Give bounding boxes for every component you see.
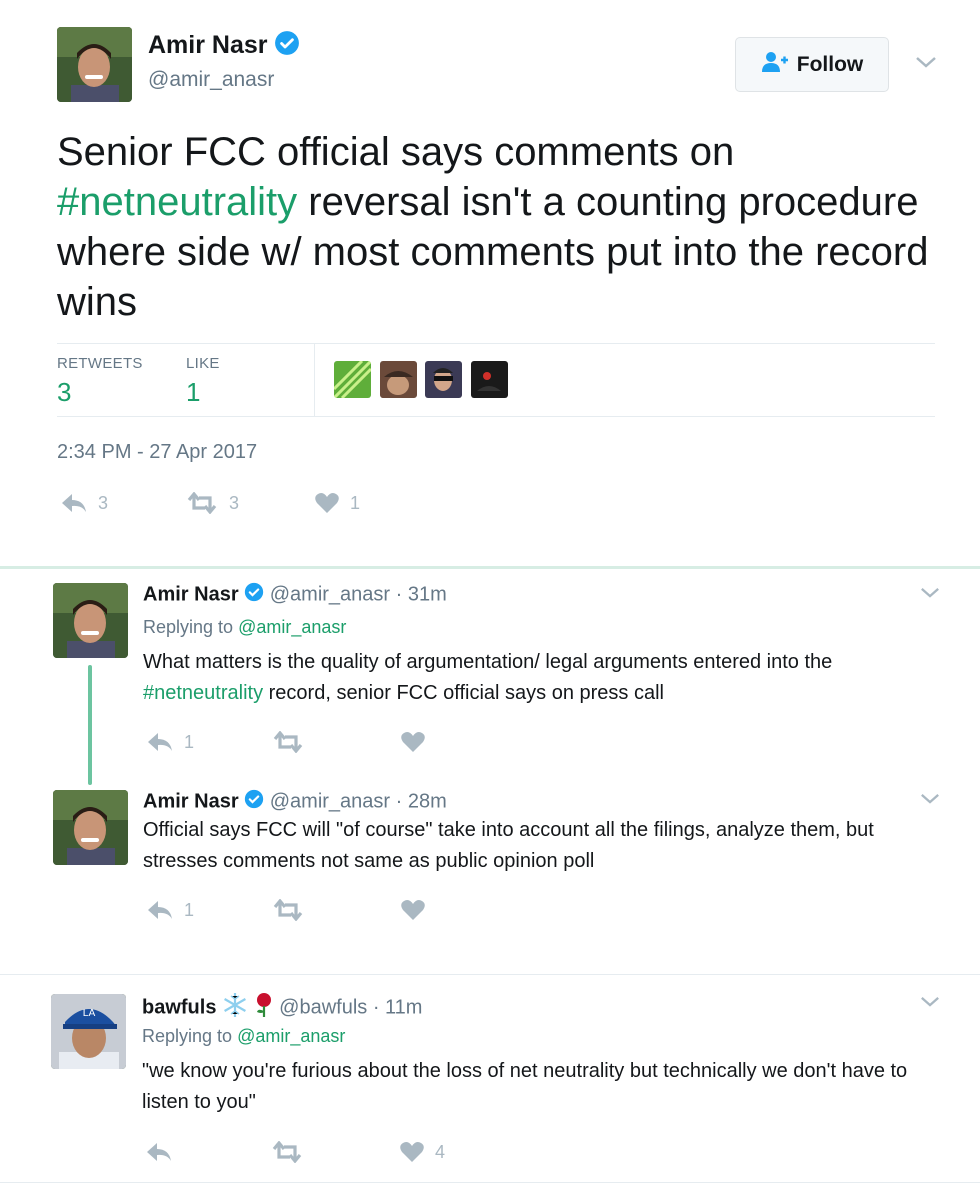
reply-header: bawfuls @bawfuls · 11m — [142, 992, 422, 1024]
chevron-down-icon[interactable] — [915, 55, 937, 74]
chevron-down-icon[interactable] — [920, 586, 940, 604]
verified-icon — [244, 789, 264, 815]
reply-action[interactable]: 3 — [60, 492, 108, 514]
retweet-action[interactable] — [271, 899, 305, 921]
replying-to: Replying to @amir_anasr — [143, 617, 347, 637]
divider — [314, 344, 315, 416]
divider — [0, 974, 980, 975]
liker-avatar[interactable] — [425, 361, 462, 398]
heart-icon — [400, 899, 426, 921]
reply-action[interactable]: 1 — [146, 899, 194, 921]
reply-text: What matters is the quality of argumenta… — [143, 651, 833, 704]
reply-author-avatar[interactable] — [53, 790, 128, 865]
hashtag-link[interactable]: #netneutrality — [57, 180, 297, 224]
replying-to: Replying to @amir_anasr — [142, 1026, 346, 1046]
chevron-down-icon[interactable] — [920, 792, 940, 810]
liker-avatar[interactable] — [334, 361, 371, 398]
reply-text: Official says FCC will "of course" take … — [143, 819, 874, 872]
main-author-avatar[interactable] — [57, 27, 132, 102]
hashtag-link[interactable]: #netneutrality — [143, 682, 263, 704]
reply-time[interactable]: · 28m — [396, 790, 447, 812]
reply-author-avatar[interactable]: LA — [51, 994, 126, 1069]
heart-icon — [399, 1141, 425, 1163]
verified-icon — [274, 30, 300, 63]
reply-author-handle[interactable]: @bawfuls — [279, 996, 367, 1018]
likes-label: LIKE — [186, 355, 220, 372]
like-action[interactable] — [400, 731, 426, 753]
retweet-action[interactable] — [271, 731, 305, 753]
retweet-icon — [271, 899, 305, 921]
reply-author-avatar[interactable] — [53, 583, 128, 658]
heart-icon — [400, 731, 426, 753]
follow-button[interactable]: Follow — [735, 37, 889, 92]
snowflake-icon — [222, 992, 248, 1024]
like-count: 4 — [435, 1141, 446, 1162]
retweet-icon — [185, 492, 219, 514]
thread-connector — [88, 665, 92, 785]
divider — [0, 1182, 980, 1183]
reply-count: 3 — [98, 492, 109, 513]
retweets-label: RETWEETS — [57, 355, 143, 372]
retweet-icon — [271, 731, 305, 753]
main-author-handle[interactable]: @amir_anasr — [148, 68, 274, 92]
liker-avatar[interactable] — [471, 361, 508, 398]
divider — [57, 416, 935, 417]
reply-header: Amir Nasr @amir_anasr · 31m — [143, 582, 447, 608]
likes-count[interactable]: 1 — [186, 377, 200, 408]
like-count: 1 — [350, 492, 361, 513]
reply-action[interactable]: 1 — [146, 731, 194, 753]
retweet-action[interactable] — [270, 1141, 304, 1163]
tweet-timestamp[interactable]: 2:34 PM - 27 Apr 2017 — [57, 441, 257, 464]
replying-to-handle[interactable]: @amir_anasr — [237, 1026, 345, 1046]
main-author-name[interactable]: Amir Nasr — [148, 30, 300, 63]
retweets-count[interactable]: 3 — [57, 377, 71, 408]
reply-header: Amir Nasr @amir_anasr · 28m — [143, 789, 447, 815]
like-action[interactable] — [400, 899, 426, 921]
reply-author-name[interactable]: bawfuls — [142, 996, 216, 1018]
reply-icon — [145, 1141, 173, 1163]
verified-icon — [244, 582, 264, 608]
rose-icon — [254, 992, 274, 1024]
replies-divider — [0, 566, 980, 569]
chevron-down-icon[interactable] — [920, 995, 940, 1013]
reply-count: 1 — [184, 899, 195, 920]
main-tweet-text: Senior FCC official says comments on #ne… — [57, 130, 929, 324]
retweet-icon — [270, 1141, 304, 1163]
like-action[interactable]: 1 — [314, 492, 360, 514]
follow-label: Follow — [796, 52, 864, 76]
reply-icon — [60, 492, 88, 514]
divider — [57, 343, 935, 344]
heart-icon — [314, 492, 340, 514]
reply-icon — [146, 899, 174, 921]
liker-avatar[interactable] — [380, 361, 417, 398]
svg-text:LA: LA — [83, 1008, 96, 1019]
reply-author-handle[interactable]: @amir_anasr — [270, 583, 390, 605]
reply-action[interactable] — [145, 1141, 173, 1163]
like-action[interactable]: 4 — [399, 1141, 445, 1163]
reply-author-name[interactable]: Amir Nasr — [143, 583, 239, 605]
reply-author-name[interactable]: Amir Nasr — [143, 790, 239, 812]
retweet-count: 3 — [229, 492, 240, 513]
reply-count: 1 — [184, 731, 195, 752]
replying-to-handle[interactable]: @amir_anasr — [238, 617, 346, 637]
reply-author-handle[interactable]: @amir_anasr — [270, 790, 390, 812]
add-user-icon — [761, 51, 789, 79]
reply-text: "we know you're furious about the loss o… — [142, 1060, 908, 1113]
retweet-action[interactable]: 3 — [185, 492, 239, 514]
reply-time[interactable]: · 11m — [373, 996, 423, 1018]
reply-time[interactable]: · 31m — [396, 583, 447, 605]
reply-icon — [146, 731, 174, 753]
